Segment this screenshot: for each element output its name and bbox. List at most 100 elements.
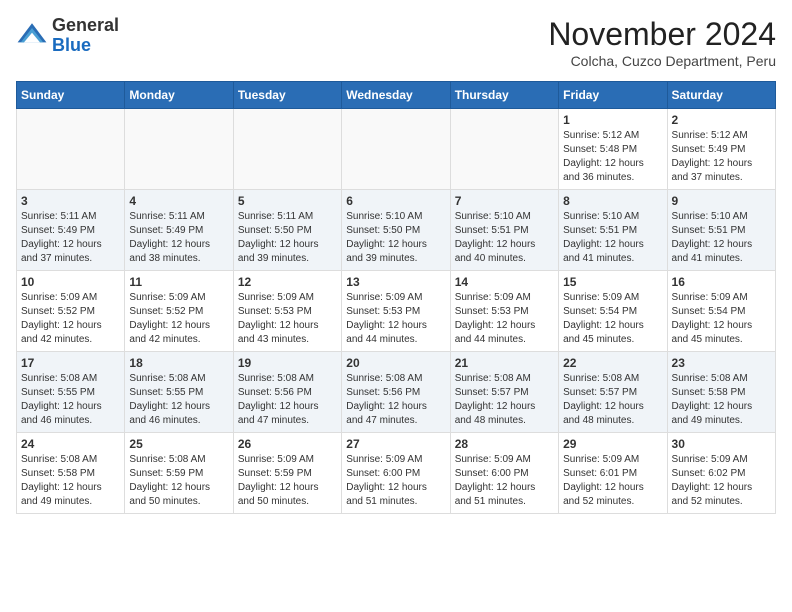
week-row-1: 1Sunrise: 5:12 AM Sunset: 5:48 PM Daylig… — [17, 109, 776, 190]
calendar-cell: 8 Sunrise: 5:10 AM Sunset: 5:51 PM Daylig… — [559, 190, 667, 271]
calendar-cell: 7Sunrise: 5:10 AM Sunset: 5:51 PM Daylig… — [450, 190, 558, 271]
day-info: Sunrise: 5:08 AM Sunset: 5:58 PM Dayligh… — [672, 372, 771, 428]
day-number: 9 — [672, 194, 771, 208]
day-info: Sunrise: 5:12 AM Sunset: 5:49 PM Dayligh… — [672, 129, 771, 185]
day-number: 12 — [238, 275, 337, 289]
calendar-cell: 9 Sunrise: 5:10 AM Sunset: 5:51 PM Daylig… — [667, 190, 775, 271]
logo: General Blue — [16, 16, 119, 56]
day-number: 1 — [563, 113, 662, 127]
calendar-cell: 20Sunrise: 5:08 AM Sunset: 5:56 PM Dayli… — [342, 352, 450, 433]
calendar-cell: 24Sunrise: 5:08 AM Sunset: 5:58 PM Dayli… — [17, 433, 125, 514]
logo-icon — [16, 20, 48, 52]
weekday-header-tuesday: Tuesday — [233, 82, 341, 109]
day-number: 13 — [346, 275, 445, 289]
calendar-cell: 10 Sunrise: 5:09 AM Sunset: 5:52 PM Dayli… — [17, 271, 125, 352]
day-number: 7 — [455, 194, 554, 208]
day-info: Sunrise: 5:09 AM Sunset: 5:52 PM Dayligh… — [129, 291, 228, 347]
day-info: Sunrise: 5:08 AM Sunset: 5:59 PM Dayligh… — [129, 453, 228, 509]
day-number: 6 — [346, 194, 445, 208]
calendar-cell: 5Sunrise: 5:11 AM Sunset: 5:50 PM Daylig… — [233, 190, 341, 271]
calendar-cell: 14 Sunrise: 5:09 AM Sunset: 5:53 PM Dayli… — [450, 271, 558, 352]
page-header: General Blue November 2024 Colcha, Cuzco… — [16, 16, 776, 69]
calendar-cell: 6 Sunrise: 5:10 AM Sunset: 5:50 PM Daylig… — [342, 190, 450, 271]
calendar-cell: 22 Sunrise: 5:08 AM Sunset: 5:57 PM Dayli… — [559, 352, 667, 433]
day-number: 8 — [563, 194, 662, 208]
calendar-cell: 30Sunrise: 5:09 AM Sunset: 6:02 PM Dayli… — [667, 433, 775, 514]
calendar-cell: 23Sunrise: 5:08 AM Sunset: 5:58 PM Dayli… — [667, 352, 775, 433]
day-number: 11 — [129, 275, 228, 289]
day-number: 30 — [672, 437, 771, 451]
day-info: Sunrise: 5:08 AM Sunset: 5:55 PM Dayligh… — [129, 372, 228, 428]
calendar-cell: 2 Sunrise: 5:12 AM Sunset: 5:49 PM Daylig… — [667, 109, 775, 190]
weekday-header-row: SundayMondayTuesdayWednesdayThursdayFrid… — [17, 82, 776, 109]
calendar-cell: 21Sunrise: 5:08 AM Sunset: 5:57 PM Dayli… — [450, 352, 558, 433]
calendar-cell: 26 Sunrise: 5:09 AM Sunset: 5:59 PM Dayli… — [233, 433, 341, 514]
day-info: Sunrise: 5:09 AM Sunset: 5:53 PM Dayligh… — [238, 291, 337, 347]
calendar-cell: 16 Sunrise: 5:09 AM Sunset: 5:54 PM Dayli… — [667, 271, 775, 352]
calendar-cell: 11 Sunrise: 5:09 AM Sunset: 5:52 PM Dayli… — [125, 271, 233, 352]
calendar-table: SundayMondayTuesdayWednesdayThursdayFrid… — [16, 81, 776, 514]
day-number: 18 — [129, 356, 228, 370]
day-info: Sunrise: 5:08 AM Sunset: 5:55 PM Dayligh… — [21, 372, 120, 428]
day-info: Sunrise: 5:08 AM Sunset: 5:57 PM Dayligh… — [563, 372, 662, 428]
calendar-cell: 13Sunrise: 5:09 AM Sunset: 5:53 PM Dayli… — [342, 271, 450, 352]
week-row-4: 17Sunrise: 5:08 AM Sunset: 5:55 PM Dayli… — [17, 352, 776, 433]
day-number: 15 — [563, 275, 662, 289]
calendar-cell: 15Sunrise: 5:09 AM Sunset: 5:54 PM Dayli… — [559, 271, 667, 352]
day-info: Sunrise: 5:10 AM Sunset: 5:51 PM Dayligh… — [563, 210, 662, 266]
calendar-header: SundayMondayTuesdayWednesdayThursdayFrid… — [17, 82, 776, 109]
weekday-header-saturday: Saturday — [667, 82, 775, 109]
calendar-cell — [125, 109, 233, 190]
day-number: 27 — [346, 437, 445, 451]
calendar-cell — [233, 109, 341, 190]
calendar-cell: 1Sunrise: 5:12 AM Sunset: 5:48 PM Daylig… — [559, 109, 667, 190]
day-number: 14 — [455, 275, 554, 289]
day-number: 28 — [455, 437, 554, 451]
day-info: Sunrise: 5:09 AM Sunset: 5:52 PM Dayligh… — [21, 291, 120, 347]
calendar-cell: 25Sunrise: 5:08 AM Sunset: 5:59 PM Dayli… — [125, 433, 233, 514]
calendar-cell: 28 Sunrise: 5:09 AM Sunset: 6:00 PM Dayli… — [450, 433, 558, 514]
calendar-body: 1Sunrise: 5:12 AM Sunset: 5:48 PM Daylig… — [17, 109, 776, 514]
day-number: 10 — [21, 275, 120, 289]
day-number: 19 — [238, 356, 337, 370]
logo-blue-text: Blue — [52, 36, 119, 56]
calendar-cell: 29 Sunrise: 5:09 AM Sunset: 6:01 PM Dayli… — [559, 433, 667, 514]
day-number: 21 — [455, 356, 554, 370]
week-row-5: 24Sunrise: 5:08 AM Sunset: 5:58 PM Dayli… — [17, 433, 776, 514]
day-number: 16 — [672, 275, 771, 289]
weekday-header-friday: Friday — [559, 82, 667, 109]
day-info: Sunrise: 5:10 AM Sunset: 5:51 PM Dayligh… — [672, 210, 771, 266]
weekday-header-thursday: Thursday — [450, 82, 558, 109]
day-number: 3 — [21, 194, 120, 208]
week-row-2: 3 Sunrise: 5:11 AM Sunset: 5:49 PM Daylig… — [17, 190, 776, 271]
day-info: Sunrise: 5:08 AM Sunset: 5:56 PM Dayligh… — [238, 372, 337, 428]
calendar-cell: 18 Sunrise: 5:08 AM Sunset: 5:55 PM Dayli… — [125, 352, 233, 433]
calendar-cell: 27 Sunrise: 5:09 AM Sunset: 6:00 PM Dayli… — [342, 433, 450, 514]
title-block: November 2024 Colcha, Cuzco Department, … — [548, 16, 776, 69]
day-info: Sunrise: 5:09 AM Sunset: 6:00 PM Dayligh… — [455, 453, 554, 509]
calendar-cell: 4Sunrise: 5:11 AM Sunset: 5:49 PM Daylig… — [125, 190, 233, 271]
weekday-header-sunday: Sunday — [17, 82, 125, 109]
day-info: Sunrise: 5:09 AM Sunset: 5:53 PM Dayligh… — [455, 291, 554, 347]
logo-text: General Blue — [52, 16, 119, 56]
day-info: Sunrise: 5:09 AM Sunset: 5:59 PM Dayligh… — [238, 453, 337, 509]
day-number: 26 — [238, 437, 337, 451]
day-info: Sunrise: 5:11 AM Sunset: 5:49 PM Dayligh… — [21, 210, 120, 266]
day-number: 22 — [563, 356, 662, 370]
week-row-3: 10 Sunrise: 5:09 AM Sunset: 5:52 PM Dayli… — [17, 271, 776, 352]
day-info: Sunrise: 5:09 AM Sunset: 6:01 PM Dayligh… — [563, 453, 662, 509]
day-info: Sunrise: 5:09 AM Sunset: 6:00 PM Dayligh… — [346, 453, 445, 509]
day-number: 2 — [672, 113, 771, 127]
weekday-header-wednesday: Wednesday — [342, 82, 450, 109]
location-subtitle: Colcha, Cuzco Department, Peru — [548, 53, 776, 69]
logo-general-text: General — [52, 16, 119, 36]
day-info: Sunrise: 5:09 AM Sunset: 5:54 PM Dayligh… — [672, 291, 771, 347]
day-info: Sunrise: 5:10 AM Sunset: 5:50 PM Dayligh… — [346, 210, 445, 266]
day-info: Sunrise: 5:08 AM Sunset: 5:56 PM Dayligh… — [346, 372, 445, 428]
day-number: 29 — [563, 437, 662, 451]
calendar-cell — [17, 109, 125, 190]
calendar-cell: 19 Sunrise: 5:08 AM Sunset: 5:56 PM Dayli… — [233, 352, 341, 433]
day-info: Sunrise: 5:11 AM Sunset: 5:49 PM Dayligh… — [129, 210, 228, 266]
day-number: 5 — [238, 194, 337, 208]
calendar-cell — [450, 109, 558, 190]
